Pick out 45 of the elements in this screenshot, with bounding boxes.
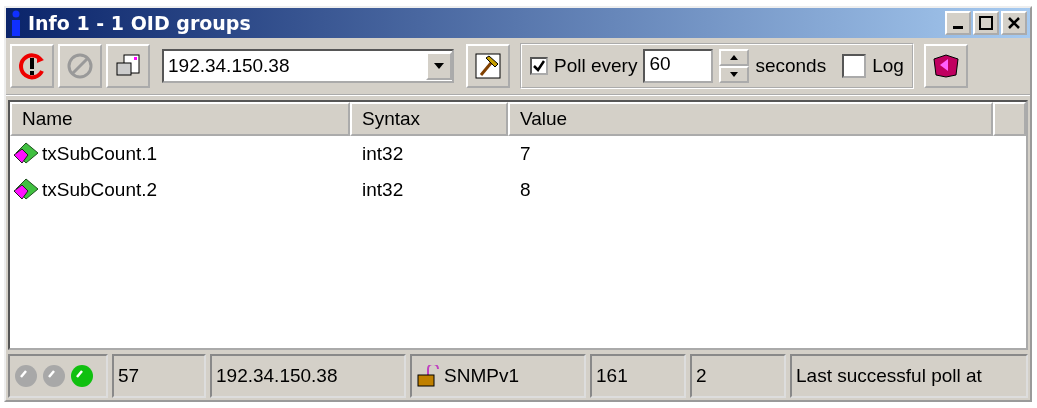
lock-icon <box>416 365 440 387</box>
maximize-icon <box>979 16 993 30</box>
syntax-cell-text: int32 <box>361 179 405 201</box>
version-text: SNMPv1 <box>444 365 519 387</box>
caret-icon <box>434 63 444 69</box>
exit-icon <box>931 53 960 79</box>
value-cell-text: 8 <box>519 179 532 201</box>
spin-up-button[interactable] <box>719 49 750 66</box>
windows-icon <box>115 53 141 79</box>
log-checkbox[interactable] <box>842 54 867 78</box>
log-label: Log <box>872 55 904 77</box>
groups-button[interactable] <box>106 44 150 88</box>
address-field[interactable]: 192.34.150.38 <box>162 49 454 83</box>
port-pane: 161 <box>590 354 686 398</box>
maximize-button[interactable] <box>973 11 999 35</box>
address-pane: 192.34.150.38 <box>210 354 406 398</box>
message-pane: Last successful poll at <box>790 354 1028 398</box>
info-icon <box>10 10 22 36</box>
dropdown-button[interactable] <box>426 52 452 80</box>
column-header[interactable]: Syntax <box>350 102 508 136</box>
unit-label: seconds <box>755 55 827 77</box>
up-arrow-icon <box>730 55 739 60</box>
spin-down-button[interactable] <box>719 66 750 83</box>
poll-label: Poll every <box>554 55 638 77</box>
column-header[interactable]: Value <box>508 102 993 136</box>
interval-field[interactable]: 60 <box>643 49 714 83</box>
down-arrow-icon <box>730 72 739 77</box>
close-icon <box>1007 16 1021 30</box>
window-title: Info 1 - 1 OID groups <box>28 12 252 34</box>
exit-button[interactable] <box>923 44 968 88</box>
syntax-cell-text: int32 <box>361 143 405 165</box>
column-header[interactable]: Name <box>10 102 350 136</box>
count-pane: 57 <box>112 354 206 398</box>
value-cell-text: 7 <box>519 143 532 165</box>
hammer-button[interactable] <box>466 44 510 88</box>
stop-icon <box>66 52 94 80</box>
minimize-icon <box>953 26 963 29</box>
refresh-alert-button[interactable] <box>10 44 54 88</box>
name-cell: txSubCount.1 <box>10 141 350 167</box>
minimize-button[interactable] <box>945 11 971 35</box>
close-button[interactable] <box>1001 11 1027 35</box>
name-cell: txSubCount.2 <box>10 177 350 203</box>
poll-checkbox[interactable] <box>530 57 548 75</box>
hammer-icon <box>475 53 501 79</box>
retries-pane: 2 <box>690 354 786 398</box>
